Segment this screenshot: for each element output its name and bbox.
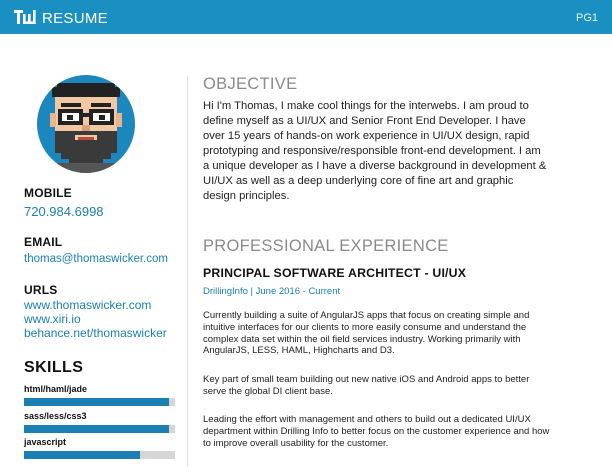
skill-label: javascript [24, 437, 67, 447]
url-link-behance[interactable]: behance.net/thomaswicker [24, 326, 167, 340]
job-line: intuitive interfaces for our clients to … [203, 321, 527, 333]
skill-bar-fill [24, 425, 169, 433]
experience-title: PROFESSIONAL EXPERIENCE [203, 237, 449, 255]
job-paragraph: Currently building a suite of AngularJS … [203, 310, 588, 357]
job-line: Currently building a suite of AngularJS … [203, 310, 530, 321]
objective-line: prototyping and responsive/responsible f… [203, 145, 541, 157]
job-line: Leading the effort with management and o… [203, 414, 531, 425]
skill-label: html/haml/jade [24, 384, 88, 394]
objective-line: design principles. [203, 190, 290, 202]
skill-bar [24, 398, 175, 406]
tw-logo-icon [14, 10, 36, 24]
avatar [37, 75, 135, 173]
job-line: complex data set within the oil field se… [203, 333, 521, 345]
job-title: PRINCIPAL SOFTWARE ARCHITECT - UI/UX [203, 266, 467, 280]
job-meta: DrillingInfo | June 2016 - Current [203, 286, 341, 297]
job-line: AngularJS, LESS, HAML, Highcharts and D3… [203, 345, 395, 357]
job-line: department within Drilling Info to bette… [203, 425, 550, 437]
url-link-website[interactable]: www.thomaswicker.com [24, 298, 151, 312]
skill-bar [24, 425, 175, 433]
objective-text: Hi I'm Thomas, I make cool things for th… [203, 99, 588, 204]
email-heading: EMAIL [24, 235, 63, 249]
job-line: Key part of small team building out new … [203, 374, 530, 385]
job-line: to improve overall usability for the cus… [203, 437, 389, 449]
job-paragraph: Leading the effort with management and o… [203, 414, 588, 449]
skills-heading: SKILLS [24, 359, 84, 376]
objective-line: define myself as a UI/UX and Senior Fron… [203, 115, 526, 127]
skill-bar [24, 451, 175, 459]
skill-item: html/haml/jade [24, 384, 175, 406]
skill-bar-fill [24, 451, 141, 459]
mobile-number[interactable]: 720.984.6998 [24, 204, 104, 219]
email-link[interactable]: thomas@thomaswicker.com [24, 253, 168, 265]
skill-label: sass/less/css3 [24, 411, 87, 421]
objective-line: over 15 years of hands-on work experienc… [203, 130, 530, 142]
app-title: RESUME [42, 10, 108, 27]
url-link-xiri[interactable]: www.xiri.io [24, 312, 81, 326]
objective-line: Hi I'm Thomas, I make cool things for th… [203, 100, 529, 112]
sidebar-divider [187, 76, 188, 467]
page-number: PG1 [575, 12, 598, 24]
skill-item: sass/less/css3 [24, 411, 175, 433]
urls-heading: URLS [24, 283, 58, 297]
pixel-avatar-icon [47, 83, 125, 173]
objective-line: a unique developer as I have a diverse b… [203, 160, 547, 172]
mobile-heading: MOBILE [24, 186, 72, 200]
skill-bar-fill [24, 398, 169, 406]
job-paragraph: Key part of small team building out new … [203, 374, 588, 398]
top-header-bar: RESUME PG1 [0, 0, 612, 34]
job-line: serve the global DI client base. [203, 385, 333, 397]
skill-item: javascript [24, 437, 175, 459]
objective-title: OBJECTIVE [203, 75, 298, 93]
objective-line: UI/UX as well as a deep underlying core … [203, 175, 514, 187]
